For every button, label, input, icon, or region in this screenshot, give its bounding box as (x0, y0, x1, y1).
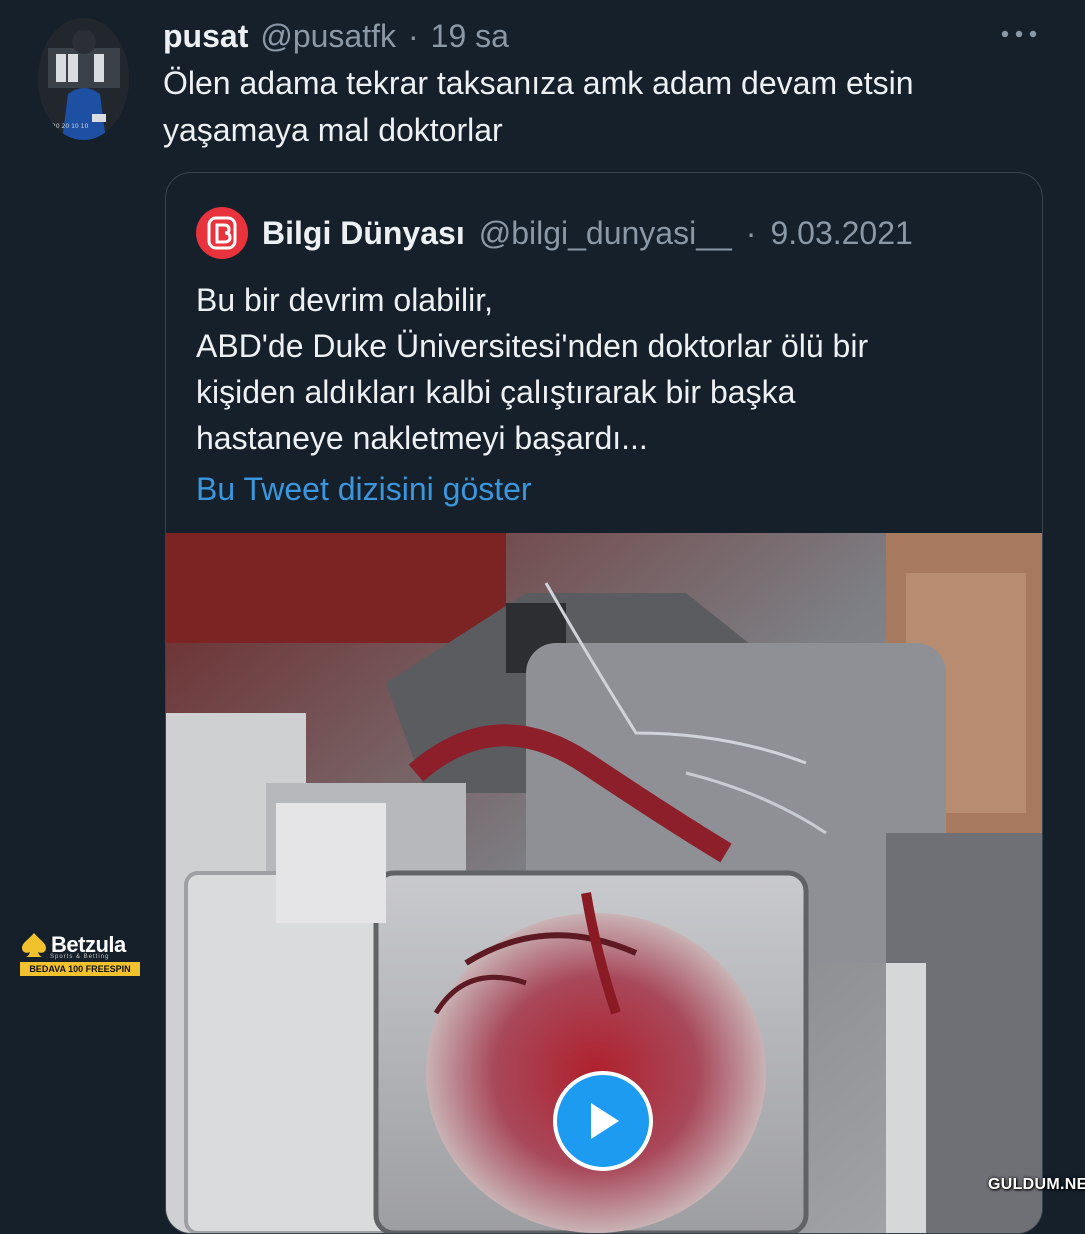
author-handle[interactable]: @pusatfk (260, 14, 396, 58)
quoted-display-name[interactable]: Bilgi Dünyası (262, 215, 465, 252)
author-display-name[interactable]: pusat (163, 14, 248, 58)
header-separator: · (408, 18, 419, 54)
tweet-text: Ölen adama tekrar taksanıza amk adam dev… (163, 65, 914, 148)
tweet-header: pusat @pusatfk · 19 sa (163, 14, 509, 58)
quoted-tweet-card[interactable]: Bilgi Dünyası @bilgi_dunyasi__ · 9.03.20… (165, 172, 1043, 1234)
video-thumbnail[interactable] (166, 533, 1042, 1233)
ad-promo: BEDAVA 100 FREESPIN (20, 962, 140, 976)
b-logo-icon[interactable] (196, 207, 248, 259)
quoted-text-line: hastaneye nakletmeyi başardı... (196, 420, 648, 456)
quoted-text-line: ABD'de Duke Üniversitesi'nden doktorlar … (196, 328, 869, 364)
ellipsis-icon[interactable] (996, 16, 1042, 52)
author-avatar[interactable]: 20 20 10 10 (38, 18, 129, 140)
play-icon[interactable] (553, 1071, 653, 1171)
quoted-date[interactable]: 9.03.2021 (770, 215, 912, 252)
quoted-tweet-header: Bilgi Dünyası @bilgi_dunyasi__ · 9.03.20… (196, 207, 913, 259)
quoted-handle[interactable]: @bilgi_dunyasi__ (479, 215, 732, 252)
tweet-timestamp[interactable]: 19 sa (431, 14, 509, 58)
show-thread-link[interactable]: Bu Tweet dizisini göster (196, 467, 532, 511)
quoted-text-line: Bu bir devrim olabilir, (196, 282, 493, 318)
quoted-header-separator: · (745, 214, 757, 251)
site-watermark: GULDUM.NET (988, 1176, 1085, 1193)
quoted-tweet-text: Bu bir devrim olabilir, ABD'de Duke Üniv… (196, 277, 1026, 461)
quoted-text-line: kişiden aldıkları kalbi çalıştırarak bir… (196, 374, 796, 410)
svg-text:20 20 10 10: 20 20 10 10 (52, 123, 88, 130)
ad-tagline: Sports & Betting (50, 954, 110, 960)
spade-icon (22, 933, 46, 957)
betzula-ad-badge[interactable]: Betzula Sports & Betting BEDAVA 100 FREE… (20, 932, 140, 976)
